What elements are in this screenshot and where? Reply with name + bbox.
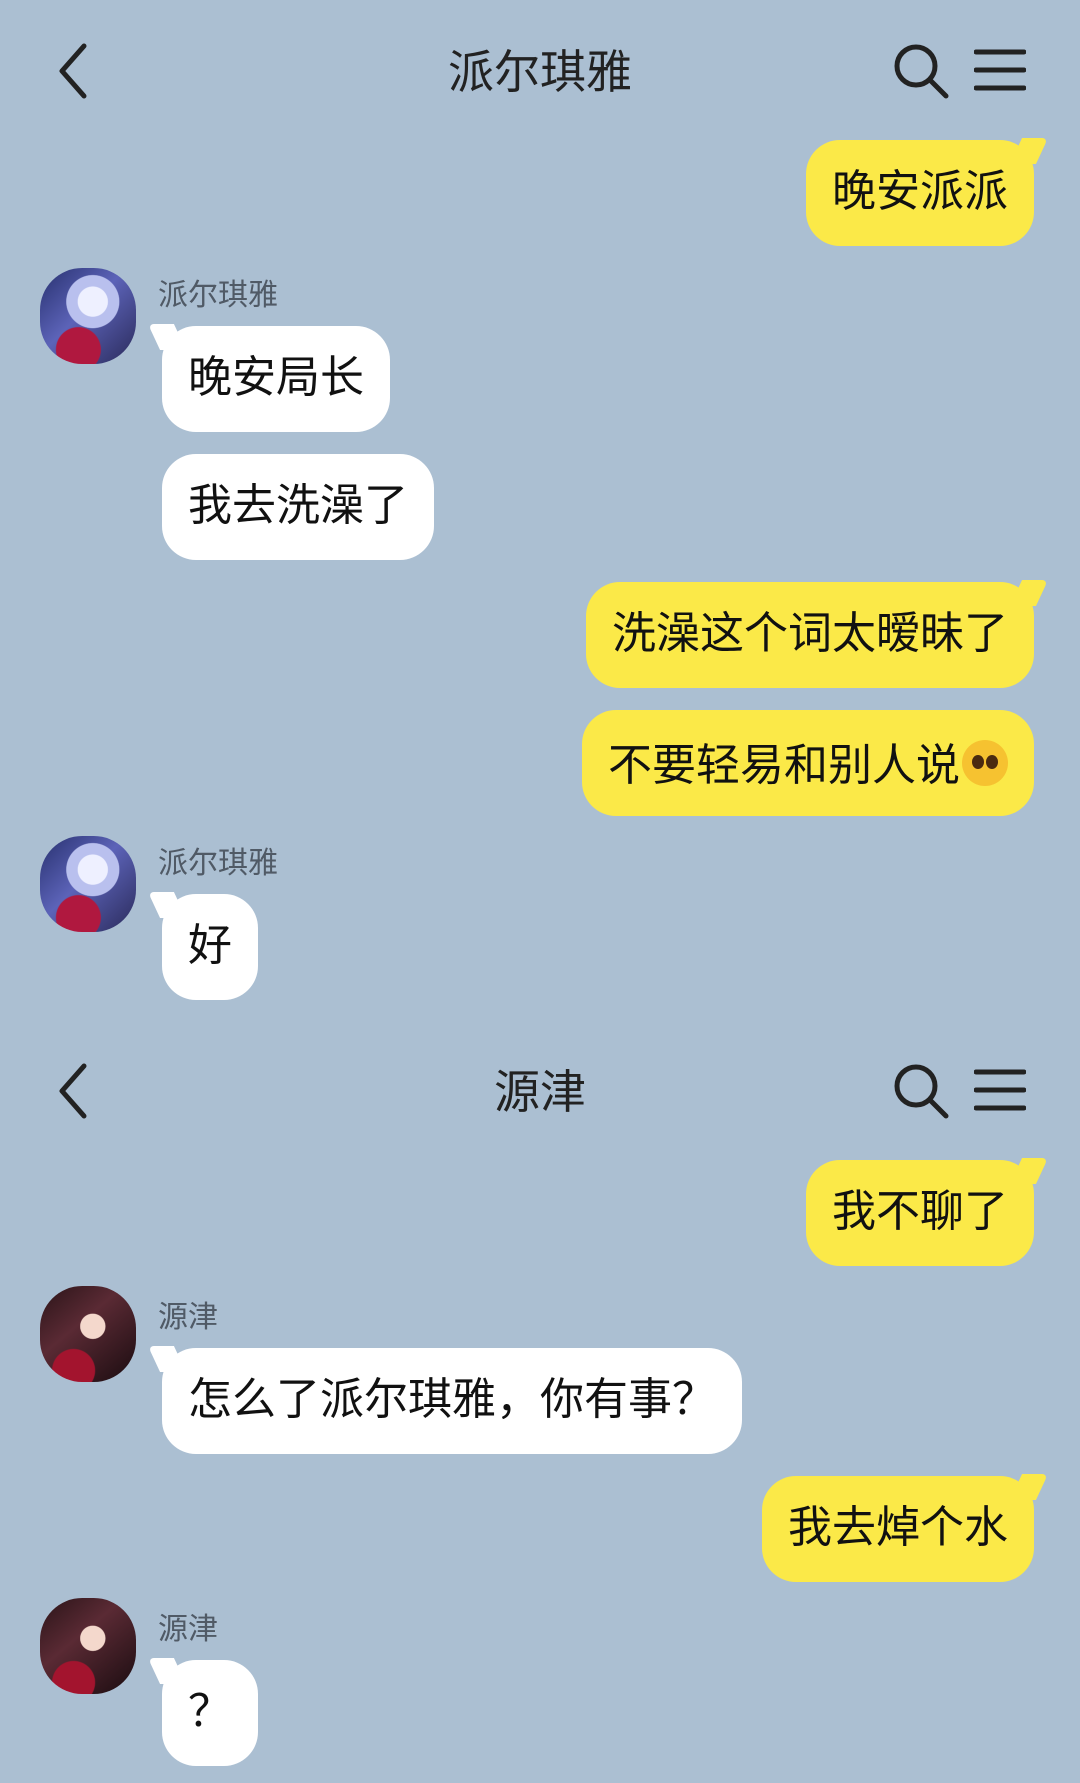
message-bubble-incoming[interactable]: ？	[162, 1660, 258, 1766]
chevron-left-icon[interactable]	[52, 38, 96, 104]
search-icon[interactable]	[892, 42, 950, 100]
message-bubble-outgoing[interactable]: 不要轻易和别人说	[582, 710, 1034, 816]
avatar[interactable]	[40, 1598, 136, 1694]
sender-name: 派尔琪雅	[158, 846, 278, 881]
search-icon[interactable]	[892, 1062, 950, 1120]
chat-header: 源津	[0, 1020, 1080, 1160]
message-bubble-incoming[interactable]: 晚安局长	[162, 326, 390, 432]
chat-header: 派尔琪雅	[0, 0, 1080, 140]
chat-screenshot-2: 源津 我不聊了 源津 怎么了派尔琪雅，你有事？ 我去焯个水 源津 ？	[0, 1020, 1080, 1783]
chevron-left-icon[interactable]	[52, 1058, 96, 1124]
message-bubble-outgoing[interactable]: 我去焯个水	[762, 1476, 1034, 1582]
avatar[interactable]	[40, 836, 136, 932]
pleading-face-emoji	[962, 740, 1008, 786]
message-text: 不要轻易和别人说	[608, 740, 960, 791]
sender-name: 派尔琪雅	[158, 278, 278, 313]
message-bubble-incoming[interactable]: 我去洗澡了	[162, 454, 434, 560]
hamburger-menu-icon[interactable]	[974, 46, 1026, 94]
message-bubble-incoming[interactable]: 怎么了派尔琪雅，你有事？	[162, 1348, 742, 1454]
message-bubble-incoming[interactable]: 好	[162, 894, 258, 1000]
chat-screenshot-1: 派尔琪雅 晚安派派 派尔琪雅 晚安局长 我去洗澡了 洗澡这个词太暧昧了 不要轻易…	[0, 0, 1080, 1020]
avatar[interactable]	[40, 268, 136, 364]
hamburger-menu-icon[interactable]	[974, 1066, 1026, 1114]
sender-name: 源津	[158, 1612, 218, 1647]
message-bubble-outgoing[interactable]: 我不聊了	[806, 1160, 1034, 1266]
avatar[interactable]	[40, 1286, 136, 1382]
sender-name: 源津	[158, 1300, 218, 1335]
message-bubble-outgoing[interactable]: 晚安派派	[806, 140, 1034, 246]
message-bubble-outgoing[interactable]: 洗澡这个词太暧昧了	[586, 582, 1034, 688]
